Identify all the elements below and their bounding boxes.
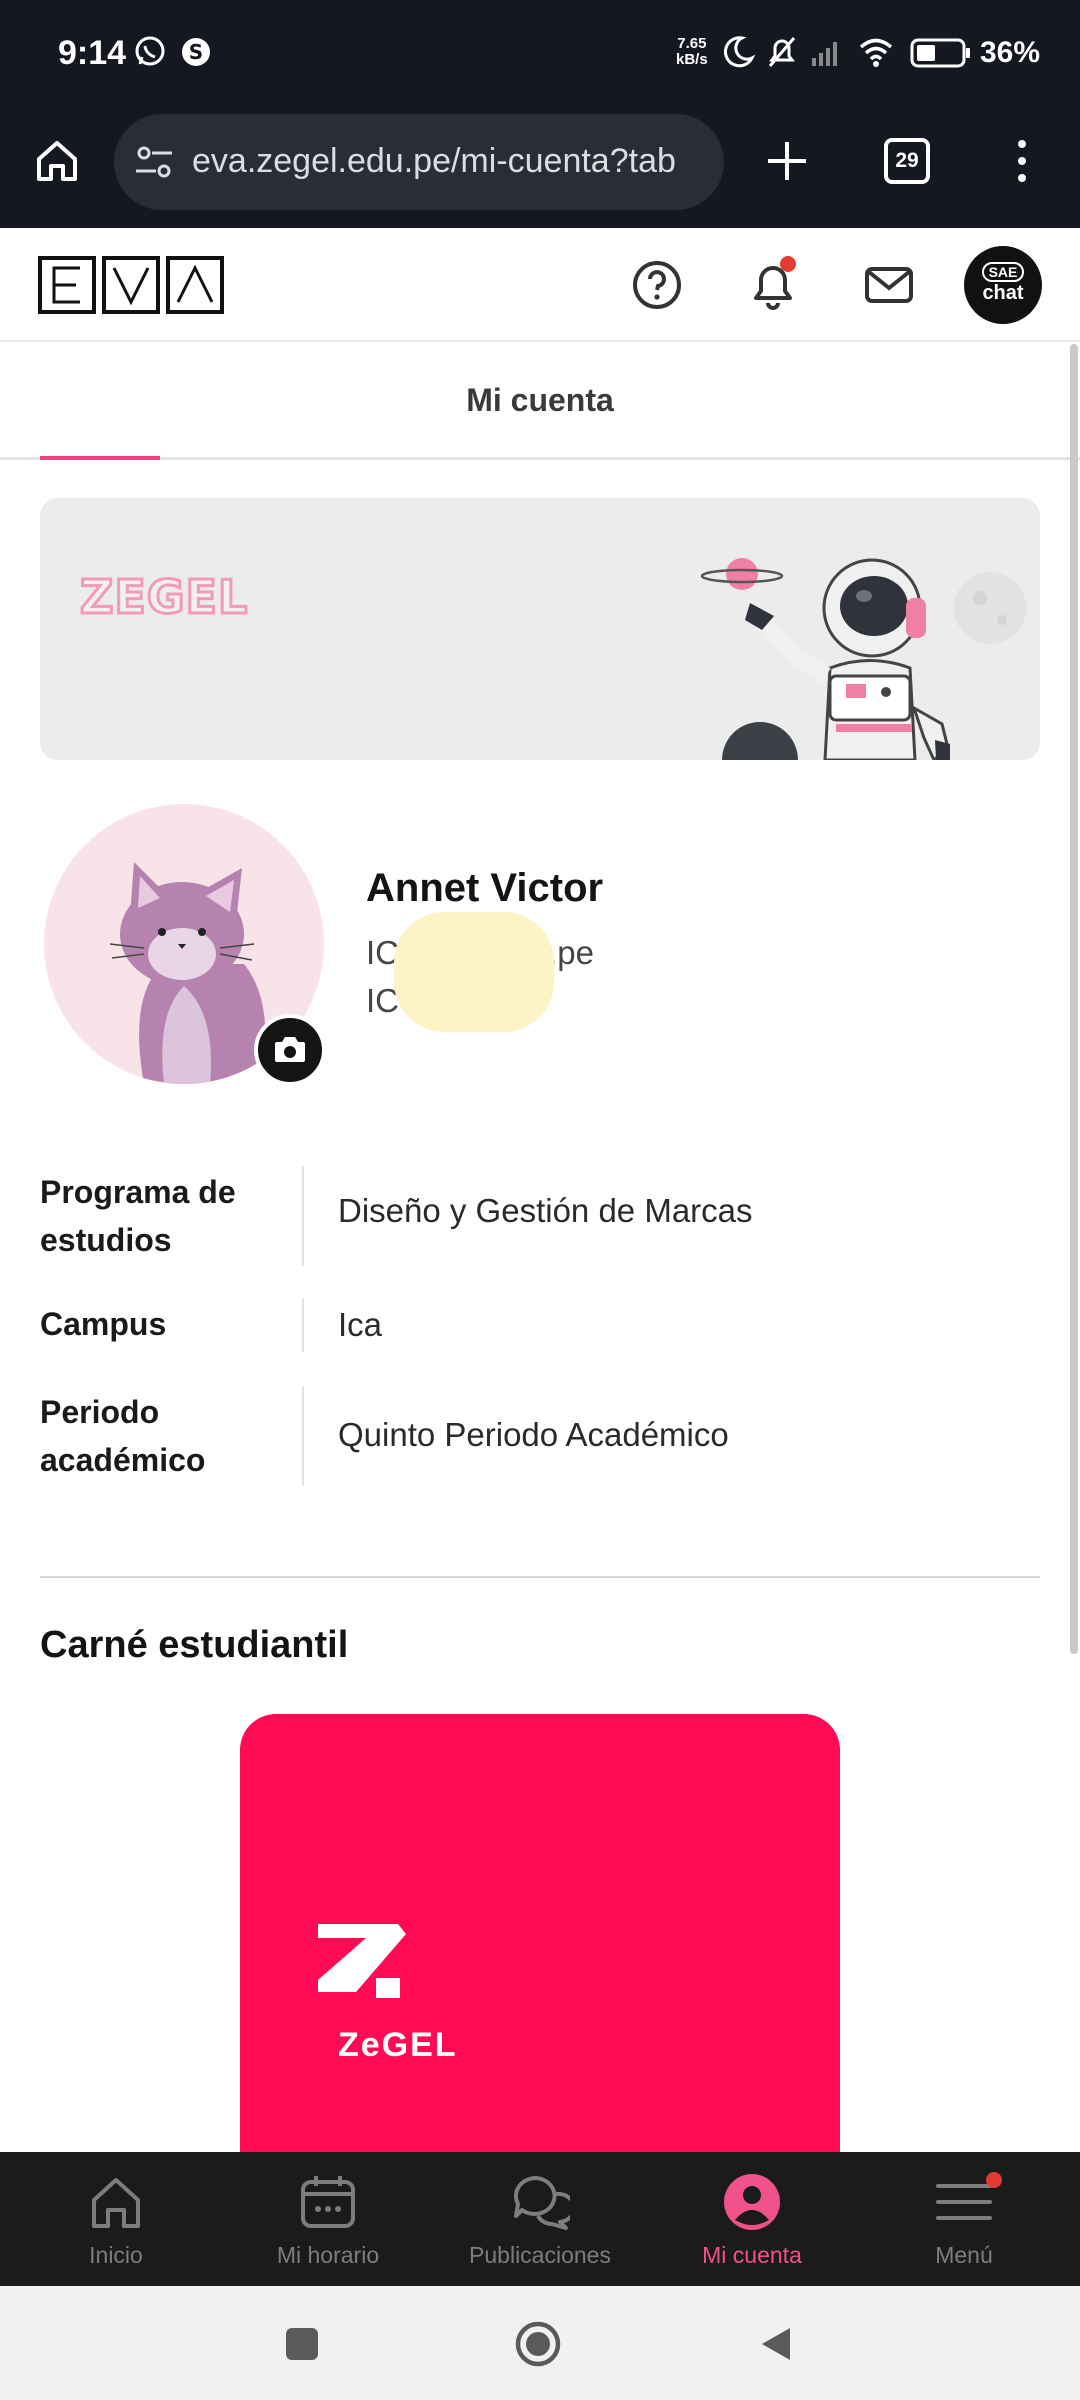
bottom-navigation: Inicio Mi horario Publicaciones Mi cuent… (0, 2152, 1080, 2286)
chat-bubbles-icon (513, 2175, 570, 2230)
profile-name: Annet Victor (366, 866, 604, 910)
info-separator (302, 1298, 304, 1352)
calendar-icon (301, 2176, 355, 2228)
home-icon (92, 2178, 140, 2228)
tab-label: Mi cuenta (466, 382, 614, 418)
network-speed: 7.65 kB/s (676, 35, 708, 68)
bell-muted-icon (768, 37, 796, 67)
menu-icon (936, 2184, 992, 2220)
astronaut-illustration (700, 558, 1026, 760)
card-brand: ZeGEL (338, 2026, 458, 2064)
system-navigation-bar (0, 2286, 1080, 2400)
profile-banner: ZEGEL (40, 498, 1040, 760)
sae-chat-button[interactable]: SAE chat (964, 246, 1042, 324)
page-scrollbar[interactable] (1070, 344, 1078, 1654)
moon-icon (723, 36, 756, 68)
nav-menu[interactable]: Menú (858, 2152, 1070, 2286)
change-photo-button[interactable] (254, 1014, 326, 1086)
status-bar: 9:14 S 7.65 kB/s 36% (0, 0, 1080, 108)
browser-menu-icon[interactable] (1008, 138, 1036, 184)
info-value: Diseño y Gestión de Marcas (338, 1192, 753, 1229)
student-card: ZeGEL (240, 1714, 840, 2154)
student-card-title: Carné estudiantil (40, 1624, 349, 1666)
app-header: SAE chat (0, 228, 1080, 342)
nav-publicaciones[interactable]: Publicaciones (434, 2152, 646, 2286)
info-separator (302, 1166, 304, 1266)
info-value: Quinto Periodo Académico (338, 1416, 729, 1453)
info-label: Campus (40, 1306, 167, 1342)
tab-mi-cuenta[interactable]: Mi cuenta (0, 342, 1080, 460)
wifi-icon (859, 38, 893, 67)
back-icon[interactable] (756, 2324, 796, 2364)
info-value: Ica (338, 1306, 383, 1343)
battery-percentage: 36% (980, 36, 1041, 69)
menu-badge (986, 2172, 1002, 2188)
url-text[interactable]: eva.zegel.edu.pe/mi-cuenta?tab (192, 142, 712, 181)
app-notification-icon: S (182, 38, 210, 66)
info-row-program: Programa de estudios Diseño y Gestión de… (40, 1166, 1040, 1272)
browser-home-icon[interactable] (34, 138, 80, 184)
whatsapp-icon (135, 36, 165, 66)
url-bar[interactable]: eva.zegel.edu.pe/mi-cuenta?tab (114, 114, 724, 210)
nav-mi-cuenta[interactable]: Mi cuenta (646, 2152, 858, 2286)
banner-brand: ZEGEL (78, 569, 249, 626)
info-row-campus: Campus Ica (40, 1298, 1040, 1358)
new-tab-icon[interactable] (764, 138, 810, 184)
home-button-icon[interactable] (514, 2320, 562, 2368)
browser-toolbar: eva.zegel.edu.pe/mi-cuenta?tab 29 (0, 108, 1080, 228)
info-label: Periodo académico (40, 1394, 206, 1478)
logo-letter-e (38, 256, 96, 314)
account-icon (724, 2174, 780, 2230)
svg-text:S: S (189, 40, 203, 64)
redaction-mark (394, 912, 554, 1032)
camera-icon (275, 1037, 305, 1062)
section-divider (40, 1576, 1040, 1578)
info-separator (302, 1386, 304, 1486)
signal-icon (812, 42, 837, 66)
info-row-period: Periodo académico Quinto Periodo Académi… (40, 1386, 1040, 1492)
eva-logo[interactable] (38, 256, 224, 314)
tab-switcher-button[interactable]: 29 (884, 138, 930, 184)
help-icon[interactable] (630, 258, 684, 312)
nav-mi-horario[interactable]: Mi horario (222, 2152, 434, 2286)
nav-inicio[interactable]: Inicio (10, 2152, 222, 2286)
mail-icon[interactable] (862, 258, 916, 312)
tab-indicator (40, 456, 160, 460)
battery-icon (910, 38, 970, 68)
info-label: Programa de estudios (40, 1174, 236, 1258)
notification-badge (780, 256, 796, 272)
status-time: 9:14 (58, 34, 127, 72)
logo-letter-a (166, 256, 224, 314)
site-settings-icon[interactable] (134, 144, 174, 180)
logo-letter-v (102, 256, 160, 314)
zegel-logo-icon (318, 1924, 406, 1998)
recent-apps-icon[interactable] (284, 2326, 320, 2362)
